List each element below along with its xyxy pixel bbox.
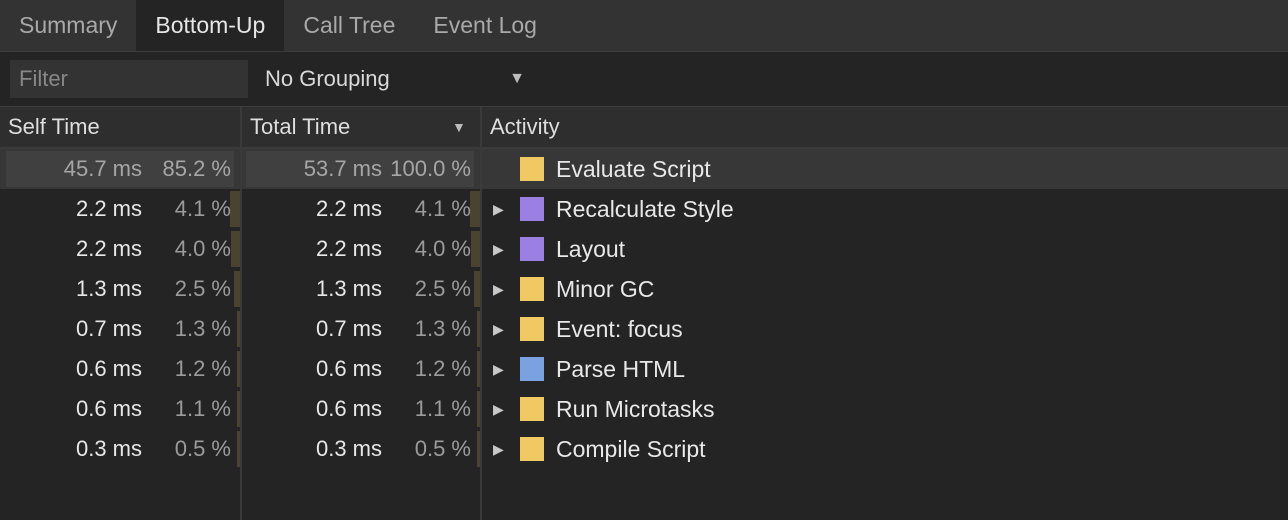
category-color-swatch: [520, 237, 544, 261]
table-row[interactable]: 0.6 ms 1.1 % 0.6 ms 1.1 % ▶ Run Microtasks: [0, 389, 1288, 429]
tab-bar: Summary Bottom-Up Call Tree Event Log: [0, 0, 1288, 52]
table-row[interactable]: 2.2 ms 4.0 % 2.2 ms 4.0 % ▶ Layout: [0, 229, 1288, 269]
activity-name: Evaluate Script: [556, 155, 711, 182]
table-header: Self Time Total Time ▼ Activity: [0, 107, 1288, 149]
activity-name: Parse HTML: [556, 355, 686, 382]
sort-descending-icon: ▼: [452, 119, 466, 135]
category-color-swatch: [520, 397, 544, 421]
total-time-value: 2.2 ms: [315, 196, 382, 221]
activity-name: Compile Script: [556, 435, 706, 462]
category-color-swatch: [520, 277, 544, 301]
grouping-select[interactable]: No Grouping ▼: [265, 66, 527, 92]
category-color-swatch: [520, 437, 544, 461]
expand-arrow-icon[interactable]: ▶: [493, 189, 504, 229]
total-time-bar: [470, 191, 480, 227]
total-time-percent: 1.2 %: [414, 356, 471, 381]
total-time-percent: 2.5 %: [414, 276, 471, 301]
category-color-swatch: [520, 357, 544, 381]
expand-arrow-icon[interactable]: ▶: [493, 349, 504, 389]
self-time-percent: 1.1 %: [174, 396, 231, 421]
self-time-value: 2.2 ms: [75, 196, 142, 221]
expand-arrow-icon[interactable]: ▶: [493, 269, 504, 309]
total-time-value: 0.6 ms: [315, 356, 382, 381]
total-time-value: 53.7 ms: [303, 156, 382, 181]
total-time-percent: 4.0 %: [414, 236, 471, 261]
self-time-bar: [231, 231, 240, 267]
total-time-percent: 100.0 %: [390, 156, 471, 181]
expand-arrow-icon[interactable]: ▶: [493, 229, 504, 269]
self-time-percent: 1.3 %: [174, 316, 231, 341]
table-row[interactable]: 0.6 ms 1.2 % 0.6 ms 1.2 % ▶ Parse HTML: [0, 349, 1288, 389]
activity-name: Run Microtasks: [556, 395, 715, 422]
toolbar: No Grouping ▼: [0, 52, 1288, 107]
column-divider[interactable]: [240, 107, 242, 520]
expand-arrow-icon[interactable]: ▶: [493, 389, 504, 429]
tab-bottom-up[interactable]: Bottom-Up: [136, 0, 285, 51]
activity-name: Event: focus: [556, 315, 683, 342]
expand-arrow-icon[interactable]: ▶: [493, 429, 504, 469]
total-time-value: 0.6 ms: [315, 396, 382, 421]
bottom-up-table: Self Time Total Time ▼ Activity 45.7 ms 8…: [0, 107, 1288, 520]
self-time-percent: 4.1 %: [174, 196, 231, 221]
total-time-bar: [471, 231, 480, 267]
total-time-percent: 1.3 %: [414, 316, 471, 341]
self-time-value: 0.7 ms: [75, 316, 142, 341]
category-color-swatch: [520, 157, 544, 181]
total-time-percent: 1.1 %: [414, 396, 471, 421]
self-time-percent: 4.0 %: [174, 236, 231, 261]
self-time-bar: [230, 191, 240, 227]
table-row[interactable]: 0.3 ms 0.5 % 0.3 ms 0.5 % ▶ Compile Script: [0, 429, 1288, 469]
self-time-value: 45.7 ms: [63, 156, 142, 181]
total-time-value: 2.2 ms: [315, 236, 382, 261]
activity-name: Recalculate Style: [556, 195, 734, 222]
self-time-value: 0.3 ms: [75, 436, 142, 461]
self-time-percent: 85.2 %: [162, 156, 232, 181]
table-row[interactable]: 45.7 ms 85.2 % 53.7 ms 100.0 % Evaluate Scri…: [0, 149, 1288, 189]
self-time-percent: 0.5 %: [174, 436, 231, 461]
column-divider[interactable]: [480, 107, 482, 520]
total-time-value: 0.7 ms: [315, 316, 382, 341]
table-row[interactable]: 2.2 ms 4.1 % 2.2 ms 4.1 % ▶ Recalculate Style: [0, 189, 1288, 229]
chevron-down-icon: ▼: [509, 70, 525, 87]
expand-arrow-icon[interactable]: ▶: [493, 309, 504, 349]
self-time-value: 0.6 ms: [75, 396, 142, 421]
self-time-percent: 1.2 %: [174, 356, 231, 381]
grouping-value: No Grouping: [265, 66, 390, 91]
tab-event-log[interactable]: Event Log: [414, 0, 556, 51]
filter-input[interactable]: [10, 60, 248, 98]
category-color-swatch: [520, 317, 544, 341]
column-header-total-time[interactable]: Total Time: [250, 107, 350, 147]
activity-name: Layout: [556, 235, 626, 262]
column-header-activity[interactable]: Activity: [490, 107, 560, 147]
self-time-value: 1.3 ms: [75, 276, 142, 301]
total-time-value: 1.3 ms: [315, 276, 382, 301]
column-header-self-time[interactable]: Self Time: [8, 107, 100, 147]
self-time-value: 2.2 ms: [75, 236, 142, 261]
activity-name: Minor GC: [556, 275, 655, 302]
table-row[interactable]: 1.3 ms 2.5 % 1.3 ms 2.5 % ▶ Minor GC: [0, 269, 1288, 309]
tab-summary[interactable]: Summary: [0, 0, 136, 51]
total-time-percent: 4.1 %: [414, 196, 471, 221]
total-time-percent: 0.5 %: [414, 436, 471, 461]
self-time-percent: 2.5 %: [174, 276, 231, 301]
tab-call-tree[interactable]: Call Tree: [284, 0, 414, 51]
total-time-value: 0.3 ms: [315, 436, 382, 461]
category-color-swatch: [520, 197, 544, 221]
table-row[interactable]: 0.7 ms 1.3 % 0.7 ms 1.3 % ▶ Event: focus: [0, 309, 1288, 349]
self-time-value: 0.6 ms: [75, 356, 142, 381]
